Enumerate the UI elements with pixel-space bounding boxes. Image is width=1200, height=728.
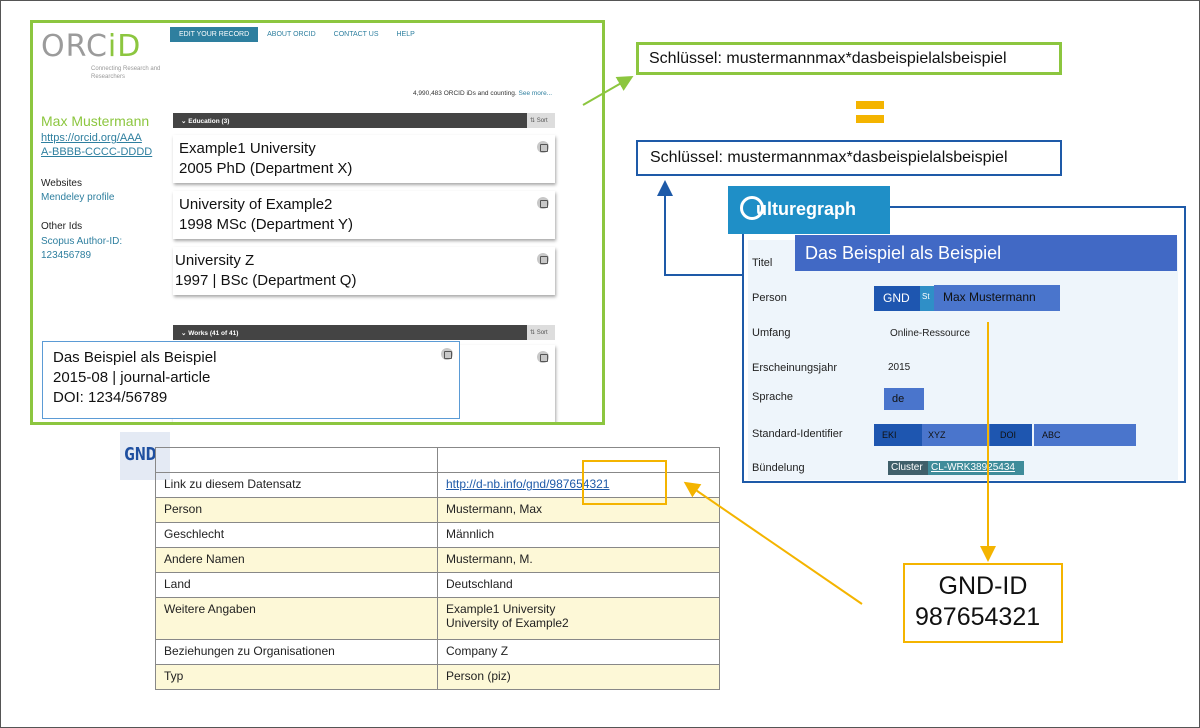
cg-titel-value: Das Beispiel als Beispiel <box>795 235 1177 271</box>
cg-std-label: Standard-Identifier <box>752 428 843 440</box>
cg-gnd-tag[interactable]: GND <box>874 286 920 311</box>
researcher-name: Max Mustermann <box>41 113 150 129</box>
websites-heading: Websites <box>41 178 82 189</box>
expand-icon[interactable] <box>537 253 549 265</box>
cg-xyz-value: XYZ <box>922 424 990 446</box>
orcid-id-link[interactable]: https://orcid.org/AAA A-BBBB-CCCC-DDDD <box>41 131 161 159</box>
expand-icon[interactable] <box>537 141 549 153</box>
cg-person-value: Max Mustermann <box>934 285 1060 311</box>
cg-titel-label: Titel <box>752 257 773 269</box>
magnifier-icon <box>740 196 764 220</box>
cg-sprache-label: Sprache <box>752 391 793 403</box>
scopus-value[interactable]: 123456789 <box>41 249 91 263</box>
table-row: Andere Namen Mustermann, M. <box>155 547 720 573</box>
table-row: Weitere Angaben Example1 University Univer… <box>155 597 720 640</box>
expand-icon[interactable] <box>537 197 549 209</box>
cg-jahr-value: 2015 <box>888 362 911 373</box>
cg-umfang-label: Umfang <box>752 327 791 339</box>
nav-about-orcid[interactable]: ABOUT ORCID <box>258 27 325 42</box>
table-row: Geschlecht Männlich <box>155 522 720 548</box>
culturegraph-logo: ulturegraph <box>728 186 890 234</box>
nav-contact-us[interactable]: CONTACT US <box>325 27 388 42</box>
cg-buendelung-label: Bündelung <box>752 462 805 474</box>
education-card: University of Example2 1998 MSc (Departme… <box>173 191 555 239</box>
education-sort-button[interactable]: ⇅ Sort <box>527 113 555 128</box>
work-detail-box: Das Beispiel als Beispiel 2015-08 | jour… <box>42 341 460 419</box>
gnd-id-box: GND-ID 987654321 <box>903 563 1063 643</box>
cg-jahr-label: Erscheinungsjahr <box>752 362 837 374</box>
equals-sign-top <box>856 101 884 109</box>
orcid-count: 4,990,483 ORCID iDs and counting. See mo… <box>413 90 553 97</box>
scopus-label[interactable]: Scopus Author-ID: <box>41 235 122 249</box>
nav-edit-record[interactable]: EDIT YOUR RECORD <box>170 27 259 42</box>
orcid-logo: ORCiD <box>41 29 142 64</box>
equals-sign-bottom <box>856 115 884 123</box>
cg-abc-value: ABC <box>1034 424 1136 446</box>
works-header: ⌄ Works (41 of 41) ⇅ Sort <box>173 325 555 340</box>
orcid-tagline: Connecting Research and Researchers <box>91 66 161 80</box>
table-row: Beziehungen zu Organisationen Company Z <box>155 639 720 665</box>
culturegraph-match-key: Schlüssel: mustermannmax*dasbeispielalsb… <box>636 140 1062 176</box>
cg-cluster-link[interactable]: CL-WRK38925434 <box>928 461 1024 475</box>
nav-help[interactable]: HELP <box>388 27 424 42</box>
works-sort-button[interactable]: ⇅ Sort <box>527 325 555 340</box>
education-card: Example1 University 2005 PhD (Department … <box>173 135 555 183</box>
mendeley-link[interactable]: Mendeley profile <box>41 191 114 205</box>
cg-sprache-value: de <box>884 388 924 410</box>
education-card: University Z 1997 | BSc (Department Q) <box>173 247 555 295</box>
orcid-nav: EDIT YOUR RECORD ABOUT ORCID CONTACT US … <box>170 27 424 42</box>
cg-umfang-value: Online-Ressource <box>890 328 971 339</box>
cg-st-tag: St <box>920 286 934 311</box>
cg-eki-tag: EKI <box>874 424 922 446</box>
orcid-match-key: Schlüssel: mustermannmax*dasbeispielalsb… <box>636 42 1062 75</box>
other-ids-heading: Other Ids <box>41 221 83 232</box>
expand-icon[interactable] <box>441 348 453 360</box>
cg-cluster-tag: Cluster <box>888 461 928 475</box>
gnd-id-highlight <box>582 460 667 505</box>
education-header: ⌄ Education (3) ⇅ Sort <box>173 113 555 128</box>
see-more-link[interactable]: See more... <box>519 90 553 97</box>
table-row: Land Deutschland <box>155 572 720 598</box>
cg-person-label: Person <box>752 292 787 304</box>
expand-icon[interactable] <box>537 351 549 363</box>
table-row: Typ Person (piz) <box>155 664 720 690</box>
cg-doi-tag: DOI <box>990 424 1032 446</box>
